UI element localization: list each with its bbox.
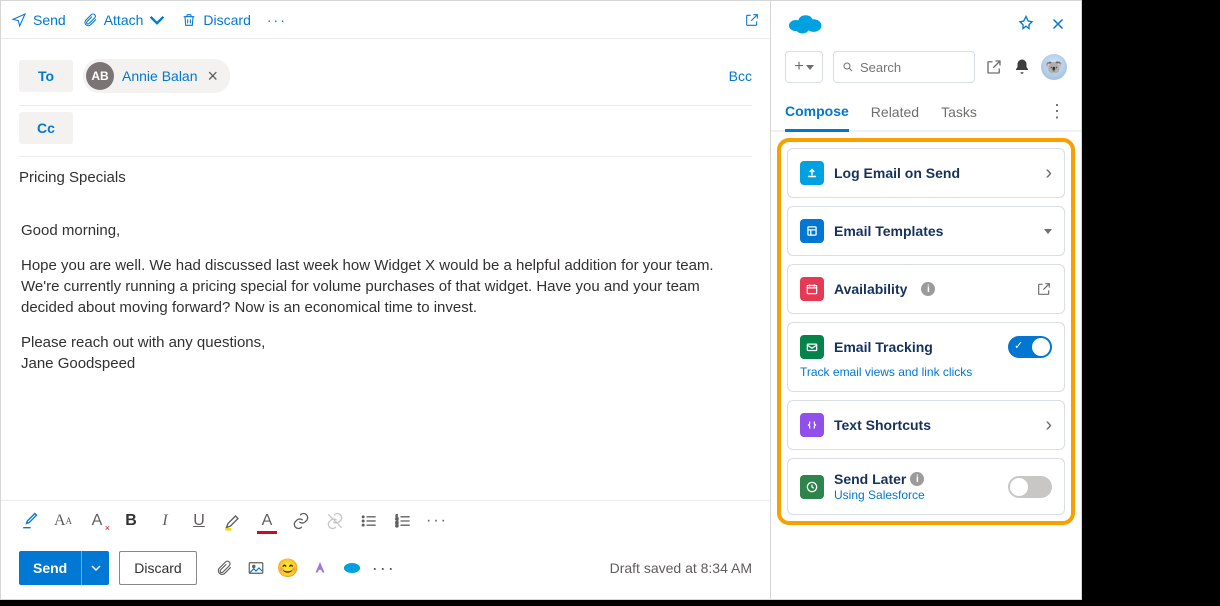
- remove-recipient-icon[interactable]: ×: [206, 67, 221, 85]
- paperclip-icon: [82, 12, 98, 28]
- body-closing: Please reach out with any questions,: [21, 332, 750, 353]
- tab-overflow[interactable]: ⋮: [1048, 101, 1067, 122]
- numbered-list-icon[interactable]: 123: [393, 511, 413, 531]
- send-later-toggle[interactable]: [1008, 476, 1052, 498]
- send-later-label: Send Later: [834, 471, 906, 487]
- log-email-label: Log Email on Send: [834, 165, 960, 181]
- astro-avatar[interactable]: 🐨: [1041, 54, 1067, 80]
- trash-icon: [181, 12, 197, 28]
- unlink-icon[interactable]: [325, 511, 345, 531]
- cc-button[interactable]: Cc: [19, 112, 73, 144]
- tracking-label: Email Tracking: [834, 339, 933, 355]
- link-icon[interactable]: [291, 511, 311, 531]
- email-tracking-panel[interactable]: Email Tracking Track email views and lin…: [787, 322, 1065, 392]
- subject-field[interactable]: Pricing Specials: [19, 157, 752, 200]
- message-body[interactable]: Good morning, Hope you are well. We had …: [1, 200, 770, 500]
- body-greeting: Good morning,: [21, 220, 750, 241]
- send-button[interactable]: Send: [19, 551, 109, 585]
- discard-button[interactable]: Discard: [119, 551, 196, 585]
- chevron-right-icon: ›: [1045, 414, 1052, 437]
- tracking-icon: [800, 335, 824, 359]
- recipient-name: Annie Balan: [122, 68, 198, 84]
- send-later-subtext: Using Salesforce: [834, 488, 925, 502]
- calendar-icon: [800, 277, 824, 301]
- tab-compose[interactable]: Compose: [785, 93, 849, 132]
- highlight-icon[interactable]: [223, 511, 243, 531]
- email-templates-panel[interactable]: Email Templates: [787, 206, 1065, 256]
- bell-icon[interactable]: [1013, 58, 1031, 76]
- body-signature: Jane Goodspeed: [21, 353, 750, 374]
- attach-mini-icon[interactable]: [215, 559, 233, 577]
- info-icon: i: [921, 282, 935, 296]
- templates-label: Email Templates: [834, 223, 943, 239]
- draft-status: Draft saved at 8:34 AM: [610, 560, 752, 576]
- discard-label: Discard: [203, 12, 250, 28]
- bullet-list-icon[interactable]: [359, 511, 379, 531]
- text-shortcuts-panel[interactable]: Text Shortcuts ›: [787, 400, 1065, 450]
- bold-button[interactable]: B: [121, 511, 141, 531]
- shortcuts-label: Text Shortcuts: [834, 417, 931, 433]
- text-effect-icon[interactable]: [311, 559, 329, 577]
- body-paragraph: Hope you are well. We had discussed last…: [21, 255, 750, 318]
- attach-label: Attach: [104, 12, 144, 28]
- send-button-label: Send: [19, 551, 81, 585]
- send-label: Send: [33, 12, 66, 28]
- external-link-icon[interactable]: [985, 58, 1003, 76]
- to-button[interactable]: To: [19, 60, 73, 92]
- chevron-down-icon: [149, 12, 165, 28]
- search-icon: [842, 60, 854, 74]
- log-email-panel[interactable]: Log Email on Send ›: [787, 148, 1065, 198]
- salesforce-mini-icon[interactable]: [343, 559, 361, 577]
- more-actions-icon[interactable]: ···: [375, 559, 393, 577]
- emoji-icon[interactable]: 😊: [279, 559, 297, 577]
- image-mini-icon[interactable]: [247, 559, 265, 577]
- availability-external-icon: [1036, 281, 1052, 297]
- send-icon: [11, 12, 27, 28]
- more-toolbar-button[interactable]: ···: [267, 12, 287, 28]
- send-later-icon: [800, 475, 824, 499]
- more-format-icon[interactable]: ···: [427, 511, 447, 531]
- log-email-icon: [800, 161, 824, 185]
- tracking-toggle[interactable]: [1008, 336, 1052, 358]
- close-icon[interactable]: [1049, 15, 1067, 33]
- templates-icon: [800, 219, 824, 243]
- search-input[interactable]: [833, 51, 975, 83]
- attach-button[interactable]: Attach: [82, 12, 166, 28]
- chevron-right-icon: ›: [1045, 162, 1052, 185]
- send-dropdown[interactable]: [81, 551, 109, 585]
- font-color-icon[interactable]: A: [257, 511, 277, 531]
- tracking-subtext: Track email views and link clicks: [800, 365, 1052, 379]
- popout-icon[interactable]: [744, 12, 760, 28]
- bcc-button[interactable]: Bcc: [729, 68, 752, 84]
- discard-toolbar-button[interactable]: Discard: [181, 12, 250, 28]
- clear-format-icon[interactable]: A×: [87, 511, 107, 531]
- send-later-panel[interactable]: Send Later i Using Salesforce: [787, 458, 1065, 515]
- recipient-chip[interactable]: AB Annie Balan ×: [83, 59, 230, 93]
- send-toolbar-button[interactable]: Send: [11, 12, 66, 28]
- pin-icon[interactable]: [1017, 15, 1035, 33]
- add-button[interactable]: +: [785, 51, 823, 83]
- underline-button[interactable]: U: [189, 511, 209, 531]
- svg-text:3: 3: [396, 523, 399, 529]
- templates-dropdown-icon: [1044, 229, 1052, 234]
- avatar: AB: [86, 62, 114, 90]
- italic-button[interactable]: I: [155, 511, 175, 531]
- format-bar: AA A× B I U A 123 ···: [1, 500, 770, 541]
- salesforce-logo: [785, 11, 823, 37]
- compose-panels: Log Email on Send › Email Templates Avai…: [777, 138, 1075, 525]
- paint-icon[interactable]: [19, 511, 39, 531]
- shortcuts-icon: [800, 413, 824, 437]
- info-icon: i: [910, 472, 924, 486]
- availability-label: Availability: [834, 281, 907, 297]
- tab-related[interactable]: Related: [871, 94, 919, 130]
- tab-tasks[interactable]: Tasks: [941, 94, 977, 130]
- font-size-icon[interactable]: AA: [53, 511, 73, 531]
- availability-panel[interactable]: Availability i: [787, 264, 1065, 314]
